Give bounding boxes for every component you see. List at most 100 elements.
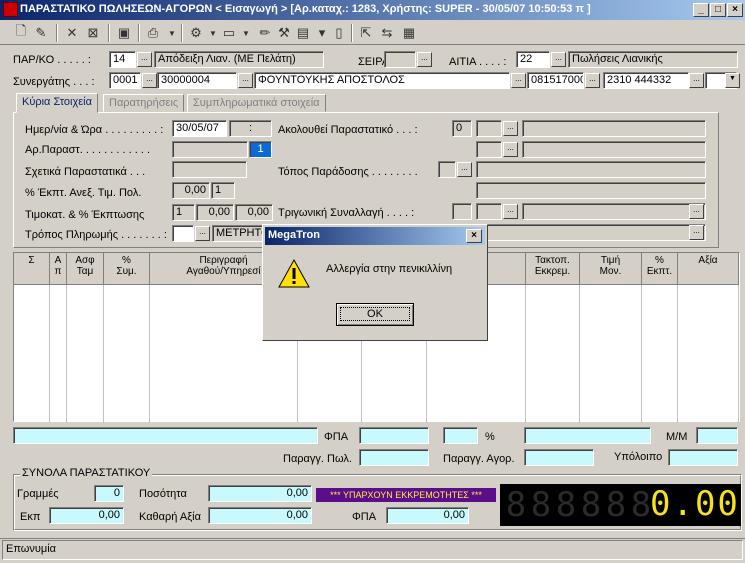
pct-value-field[interactable] (524, 427, 651, 444)
triangular-lookup-2-button[interactable]: ... (689, 204, 704, 219)
settings-icon[interactable]: ⚙ (187, 24, 205, 42)
partner-code-field[interactable]: 30000004 (157, 72, 237, 89)
aitia-code-field[interactable]: 22 (516, 51, 550, 68)
column-header[interactable]: Τιμή Μον. (580, 253, 642, 285)
payment-extra-lookup-button[interactable]: ... (689, 225, 704, 240)
partner-phone-field[interactable]: 2310 444332 (603, 72, 689, 89)
payment-label: Τρόπος Πληρωμής . . . . . . . : (25, 229, 167, 241)
column-header[interactable]: % Συμ. (104, 253, 150, 285)
delivery-label: Τόπος Παράδοσης . . . . . . . . (278, 166, 418, 178)
delivery-lookup-button[interactable]: ... (457, 162, 472, 177)
triangular-description (522, 203, 706, 220)
triangular-lookup-button[interactable]: ... (503, 204, 518, 219)
pricelist-field[interactable]: 1 (172, 204, 195, 221)
qty-label: Ποσότητα (139, 488, 187, 500)
mm-field[interactable] (696, 427, 738, 444)
folder-dropdown-icon[interactable]: ▼ (237, 24, 255, 42)
delivery-code-field[interactable] (438, 161, 456, 178)
aitia-description: Πωλήσεις Λιανικής (568, 51, 738, 68)
ok-button[interactable]: OK (336, 303, 414, 326)
time-field[interactable]: : (229, 120, 272, 137)
print-dropdown-icon[interactable]: ▼ (163, 24, 181, 42)
arparast-number[interactable]: 1 (249, 141, 272, 158)
parag-agor-field[interactable] (524, 449, 594, 466)
partner-branch-lookup[interactable]: ... (142, 73, 157, 88)
tools-icon[interactable]: ⚒ (275, 24, 293, 42)
cancel-icon[interactable]: ⊠ (84, 24, 102, 42)
follows-field[interactable]: 0 (452, 120, 472, 137)
column-header[interactable]: Ασφ Ταμ (67, 253, 104, 285)
pen-icon[interactable]: ✏ (256, 24, 274, 42)
triangular-field[interactable] (452, 203, 472, 220)
tab-supplementary[interactable]: Συμπληρωματικά στοιχεία (187, 94, 326, 112)
warning-icon (278, 258, 310, 290)
total-led-display: 8 8 8 8 8 8 0.00 (500, 484, 741, 526)
close-button[interactable]: × (727, 3, 743, 17)
follows-lookup-2-button[interactable]: ... (503, 142, 518, 157)
led-digit: 8 (605, 485, 627, 525)
grid-column (580, 285, 642, 423)
monitor-icon[interactable]: ▤ (294, 24, 312, 42)
export-icon[interactable]: ⇱ (357, 24, 375, 42)
led-digit: 8 (555, 485, 577, 525)
aitia-lookup-button[interactable]: ... (551, 52, 566, 67)
ypoloipo-field[interactable] (668, 449, 738, 466)
partner-extra-dropdown[interactable]: ▼ (725, 73, 740, 88)
discount-field[interactable]: 0,00 (172, 182, 210, 199)
maximize-button[interactable]: □ (710, 3, 726, 17)
partner-code-lookup[interactable]: ... (238, 73, 253, 88)
edit-icon[interactable]: ✎ (32, 24, 50, 42)
transfer-icon[interactable]: ⇆ (378, 24, 396, 42)
grid-column (526, 285, 580, 423)
follows-code-field[interactable] (476, 120, 502, 137)
follows-lookup-button[interactable]: ... (503, 121, 518, 136)
parag-pol-field[interactable] (359, 449, 429, 466)
calculator-icon[interactable]: ▦ (400, 24, 418, 42)
parko-lookup-button[interactable]: ... (137, 52, 152, 67)
discount-extra-field[interactable]: 1 (211, 182, 235, 199)
print-icon[interactable]: ⎙ (144, 24, 162, 42)
dialog-title: MegaTron (268, 229, 320, 241)
folder-icon[interactable]: ▭ (220, 24, 238, 42)
seira-field[interactable] (384, 51, 416, 68)
document-icon[interactable]: ▯ (330, 24, 348, 42)
pct-field[interactable] (443, 427, 478, 444)
partner-label: Συνεργάτης . . . : (13, 76, 95, 88)
save-icon[interactable]: ▣ (115, 24, 133, 42)
app-icon[interactable] (3, 2, 18, 17)
partner-afm-field[interactable]: 081517000 (527, 72, 584, 89)
item-description-field[interactable] (13, 427, 318, 444)
fpa-field[interactable] (359, 427, 429, 444)
partner-name-field[interactable]: ΦΟΥΝΤΟΥΚΗΣ ΑΠΟΣΤΟΛΟΣ (254, 72, 510, 89)
payment-code-field[interactable] (172, 225, 194, 242)
partner-phone-lookup[interactable]: ... (689, 73, 704, 88)
toolbar-separator (56, 24, 58, 42)
dialog-close-button[interactable]: × (466, 229, 482, 243)
column-header[interactable]: Τακτοπ. Εκκρεμ. (526, 253, 580, 285)
partner-branch-field[interactable]: 0001 (109, 72, 141, 89)
filter-icon[interactable]: ▾ (313, 24, 331, 42)
date-field[interactable]: 30/05/07 (172, 120, 227, 137)
tab-main-info[interactable]: Κύρια Στοιχεία (16, 93, 98, 113)
column-header[interactable]: Σ (14, 253, 50, 285)
delete-icon[interactable]: ✕ (63, 24, 81, 42)
triangular-code-field[interactable] (476, 203, 502, 220)
payment-lookup-button[interactable]: ... (195, 226, 210, 241)
tab-notes[interactable]: Παρατηρήσεις (103, 94, 185, 112)
parko-code-field[interactable]: 14 (109, 51, 136, 68)
qty-field: 0,00 (208, 485, 312, 502)
column-header[interactable]: % Εκπτ. (642, 253, 678, 285)
follows-description-2 (522, 141, 706, 158)
follows-code-2-field[interactable] (476, 141, 502, 158)
new-document-icon[interactable]: 🗋 (12, 23, 30, 42)
partner-name-lookup[interactable]: ... (511, 73, 526, 88)
status-text: Επωνυμία (2, 540, 743, 560)
partner-afm-lookup[interactable]: ... (585, 73, 600, 88)
column-header[interactable]: Αξία (678, 253, 739, 285)
column-header[interactable]: Α π (50, 253, 67, 285)
pricelist-discount-b[interactable]: 0,00 (235, 204, 273, 221)
seira-lookup-button[interactable]: ... (417, 52, 432, 67)
follows-description (522, 120, 706, 137)
minimize-button[interactable]: _ (693, 3, 709, 17)
pricelist-discount-a[interactable]: 0,00 (196, 204, 234, 221)
